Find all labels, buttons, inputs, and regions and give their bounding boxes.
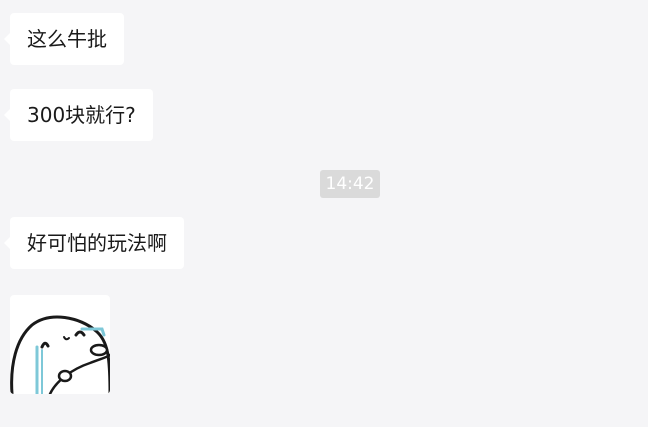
message-text: 300块就行? (27, 103, 136, 127)
sticker-message[interactable] (10, 295, 110, 394)
crying-blob-icon (10, 315, 110, 394)
message-bubble[interactable]: 好可怕的玩法啊 (4, 217, 184, 269)
message-text: 这么牛批 (27, 27, 107, 51)
message-bubble[interactable]: 300块就行? (4, 89, 153, 141)
message-timestamp: 14:42 (320, 170, 380, 198)
message-text: 好可怕的玩法啊 (27, 231, 167, 255)
message-bubble[interactable]: 这么牛批 (4, 13, 124, 65)
